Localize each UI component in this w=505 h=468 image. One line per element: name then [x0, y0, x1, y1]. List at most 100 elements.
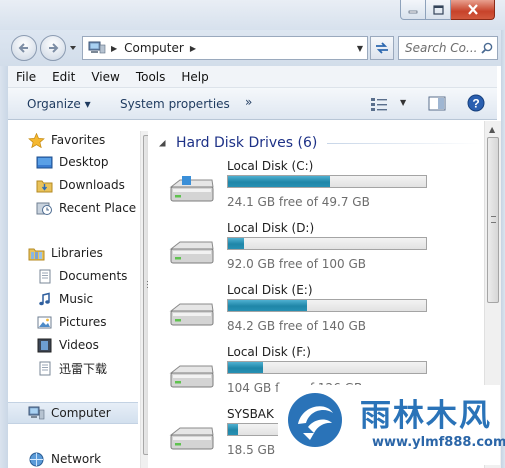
menu-edit[interactable]: Edit	[44, 70, 83, 84]
music-icon	[39, 292, 50, 305]
drive-free-space: 24.1 GB free of 49.7 GB	[227, 195, 370, 209]
drive-usage-bar	[227, 175, 427, 188]
organize-button[interactable]: Organize ▾	[27, 97, 91, 111]
nav-downloads[interactable]: Downloads	[8, 174, 140, 196]
breadcrumb-computer[interactable]: Computer	[124, 41, 184, 55]
nav-libraries[interactable]: Libraries	[8, 242, 140, 264]
nav-xunlei-downloads[interactable]: 迅雷下载	[8, 357, 140, 379]
help-icon[interactable]: ?	[467, 94, 485, 112]
nav-pictures[interactable]: Pictures	[8, 311, 140, 333]
drive-name: Local Disk (F:)	[227, 345, 311, 359]
drive-usage-bar	[227, 299, 427, 312]
drive-usage-bar	[227, 237, 427, 250]
watermark: 雨林木风 www.ylmf888.com	[278, 385, 505, 465]
documents-icon	[39, 269, 51, 283]
window-frame-left	[0, 66, 8, 468]
hard-disk-drives-group-header[interactable]: Hard Disk Drives (6)	[157, 133, 481, 153]
nav-videos-label: Videos	[59, 338, 99, 352]
system-properties-button[interactable]: System properties	[120, 97, 230, 111]
menu-view[interactable]: View	[83, 70, 127, 84]
collapse-arrow-icon[interactable]	[157, 138, 167, 148]
close-button[interactable]	[451, 0, 495, 20]
back-button[interactable]	[11, 35, 37, 61]
navigation-scrollbar-thumb[interactable]	[143, 135, 148, 455]
nav-favorites[interactable]: Favorites	[8, 129, 140, 151]
drive-name: SYSBAK (	[227, 407, 283, 421]
maximize-button[interactable]	[426, 0, 451, 20]
menu-file[interactable]: File	[8, 70, 44, 84]
drive-usage-fill	[228, 362, 263, 373]
nav-recent-places-label: Recent Place	[59, 201, 137, 215]
svg-text:?: ?	[472, 97, 479, 111]
drive-item[interactable]: Local Disk (D:) 92.0 GB free of 100 GB	[167, 221, 477, 279]
libraries-icon	[28, 248, 45, 260]
drive-item[interactable]: Local Disk (C:) 24.1 GB free of 49.7 GB	[167, 159, 477, 217]
nav-documents-label: Documents	[59, 269, 128, 283]
nav-libraries-label: Libraries	[51, 246, 103, 260]
menu-help[interactable]: Help	[173, 70, 216, 84]
pictures-icon	[37, 316, 52, 328]
drive-usage-fill	[228, 424, 238, 435]
nav-desktop-label: Desktop	[59, 155, 109, 169]
hard-drive-icon	[167, 299, 217, 329]
watermark-url: www.ylmf888.com	[372, 435, 505, 450]
address-bar[interactable]: ▶ Computer ▶ ▼	[82, 36, 368, 60]
search-input[interactable]: Search Co...	[405, 41, 479, 55]
drive-name: Local Disk (C:)	[227, 159, 314, 173]
menu-bar: File Edit View Tools Help	[8, 66, 497, 88]
drive-name: Local Disk (D:)	[227, 221, 315, 235]
navigation-scrollbar[interactable]	[140, 131, 148, 468]
group-divider	[327, 142, 481, 144]
hard-drive-icon	[167, 175, 217, 205]
drive-free-space: 18.5 GB	[227, 443, 276, 457]
nav-downloads-label: Downloads	[59, 178, 125, 192]
command-bar: Organize ▾ System properties » ▼ ?	[8, 88, 497, 120]
maximize-icon	[432, 4, 444, 15]
drive-free-space: 92.0 GB free of 100 GB	[227, 257, 366, 271]
recent-places-icon	[36, 202, 52, 215]
drive-free-space: 84.2 GB free of 140 GB	[227, 319, 366, 333]
nav-documents[interactable]: Documents	[8, 265, 140, 287]
nav-network[interactable]: Network	[8, 448, 140, 468]
nav-music[interactable]: Music	[8, 288, 140, 310]
nav-recent-places[interactable]: Recent Place	[8, 197, 140, 219]
view-options-dropdown-icon[interactable]: ▼	[400, 98, 406, 107]
breadcrumb-separator-icon[interactable]: ▶	[190, 44, 196, 53]
drive-item[interactable]: Local Disk (E:) 84.2 GB free of 140 GB	[167, 283, 477, 341]
nav-music-label: Music	[59, 292, 94, 306]
search-box[interactable]: Search Co...	[398, 36, 498, 60]
computer-icon	[28, 406, 45, 419]
drive-usage-bar	[227, 361, 427, 374]
nav-desktop[interactable]: Desktop	[8, 151, 140, 173]
breadcrumb-separator-icon[interactable]: ▶	[111, 44, 117, 53]
preview-pane-icon[interactable]	[428, 96, 446, 111]
more-commands-button[interactable]: »	[245, 95, 252, 109]
menu-tools[interactable]: Tools	[128, 70, 174, 84]
content-scrollbar-thumb[interactable]	[487, 137, 499, 303]
recent-pages-dropdown-icon[interactable]	[69, 44, 77, 52]
desktop-icon	[36, 156, 53, 168]
nav-computer[interactable]: Computer	[8, 402, 138, 424]
search-icon[interactable]	[481, 42, 493, 54]
scrollbar-grip-icon	[147, 281, 148, 288]
window-controls	[400, 0, 495, 22]
drive-name: Local Disk (E:)	[227, 283, 313, 297]
forward-button[interactable]	[40, 35, 66, 61]
change-view-icon[interactable]	[370, 97, 388, 111]
nav-favorites-label: Favorites	[51, 133, 106, 147]
windows-flag-icon	[182, 176, 191, 185]
network-icon	[29, 452, 44, 466]
minimize-button[interactable]	[400, 0, 426, 20]
scroll-up-icon[interactable]: ▲	[489, 125, 495, 134]
refresh-button[interactable]	[370, 36, 394, 60]
drive-usage-fill	[228, 300, 308, 311]
address-row: ▶ Computer ▶ ▼ Search Co...	[0, 30, 505, 66]
drive-usage-fill	[228, 238, 244, 249]
scrollbar-grip-icon	[491, 216, 496, 223]
refresh-icon	[376, 42, 388, 54]
address-history-dropdown-icon[interactable]: ▼	[357, 44, 363, 53]
star-icon	[28, 132, 45, 148]
nav-videos[interactable]: Videos	[8, 334, 140, 356]
downloads-folder-icon	[36, 180, 53, 192]
nav-computer-label: Computer	[51, 406, 111, 420]
